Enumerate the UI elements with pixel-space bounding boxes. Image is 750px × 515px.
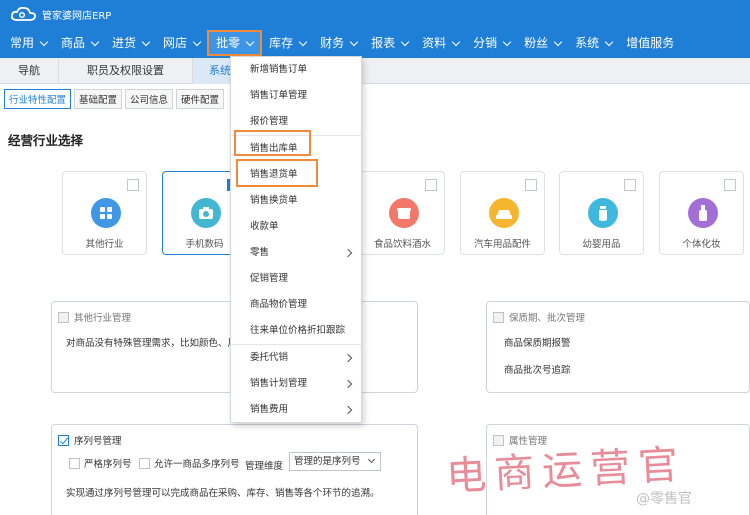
menu-item-sales-plan[interactable]: 销售计划管理: [231, 373, 361, 395]
panel-checkbox[interactable]: [58, 311, 69, 323]
menu-item-price-manage[interactable]: 商品物价管理: [231, 294, 361, 316]
dimension-select[interactable]: 管理的是序列号: [289, 452, 381, 471]
chevron-right-icon: [343, 379, 353, 389]
nav-item-purchase[interactable]: 进货: [105, 30, 156, 56]
cloud-logo-icon: [10, 6, 37, 21]
nav-item-value-added[interactable]: 增值服务: [619, 30, 681, 56]
nav-item-common[interactable]: 常用: [0, 30, 54, 56]
panel-desc: 实现通过序列号管理可以完成商品在采购、库存、销售等各个环节的追溯。: [66, 488, 380, 499]
chevron-right-icon: [343, 405, 353, 415]
subtab-hardware[interactable]: 硬件配置: [176, 89, 225, 109]
panel-title: 序列号管理: [74, 436, 122, 447]
nav-item-system[interactable]: 系统: [568, 30, 619, 56]
chevron-down-icon: [400, 37, 410, 46]
nav-item-distribution[interactable]: 分销: [466, 30, 517, 56]
chevron-down-icon: [451, 37, 461, 46]
nav-item-data[interactable]: 资料: [415, 30, 466, 56]
industry-checkbox[interactable]: [425, 179, 437, 191]
app-logo[interactable]: 管家婆网店ERP: [10, 5, 111, 23]
chevron-down-icon: [192, 37, 202, 46]
industry-checkbox[interactable]: [724, 179, 736, 191]
chevron-down-icon: [90, 37, 100, 46]
chevron-down-icon: [604, 37, 614, 46]
bottle-icon: [588, 198, 618, 228]
industry-label: 个体化妆: [682, 239, 721, 250]
industry-label: 幼婴用品: [582, 239, 621, 250]
chevron-right-icon: [343, 248, 353, 258]
chevron-down-icon: [349, 37, 359, 46]
industry-card-baby[interactable]: 幼婴用品: [559, 171, 644, 255]
food-icon: [389, 198, 419, 228]
highlight-sales-return: [236, 159, 318, 187]
industry-card-food[interactable]: 食品饮料酒水: [360, 171, 445, 255]
panel-title: 保质期、批次管理: [509, 313, 586, 324]
menu-item-new-sales-order[interactable]: 新增销售订单: [231, 59, 361, 81]
watermark-sub: @零售官: [636, 491, 692, 507]
nav-item-products[interactable]: 商品: [54, 30, 105, 56]
subtab-basic[interactable]: 基础配置: [74, 89, 123, 109]
chevron-down-icon: [367, 455, 376, 464]
batch-tracking-text: 商品批次号追踪: [504, 365, 571, 376]
nav-item-inventory[interactable]: 库存: [262, 30, 313, 56]
menu-item-promotion[interactable]: 促销管理: [231, 268, 361, 290]
tab-staff-permissions[interactable]: 职员及权限设置: [59, 58, 193, 84]
wholesale-dropdown-menu: 新增销售订单 销售订单管理 报价管理 销售出库单 销售退货单 销售换货单 收款单…: [230, 56, 362, 423]
section-title: 经营行业选择: [8, 133, 84, 148]
nav-item-wholesale-retail[interactable]: 批零: [207, 30, 263, 56]
chevron-down-icon: [298, 37, 308, 46]
top-bar: 管家婆网店ERP 常用 商品 进货 网店 批零 库存 财务 报表 资料 分销 粉…: [0, 0, 750, 58]
subtab-company[interactable]: 公司信息: [125, 89, 174, 109]
nav-item-finance[interactable]: 财务: [313, 30, 364, 56]
highlight-sales-outbound: [234, 130, 311, 156]
chevron-down-icon: [502, 37, 512, 46]
config-subtabs: 行业特性配置 基础配置 公司信息 硬件配置: [4, 89, 225, 109]
chevron-down-icon: [553, 37, 563, 46]
dimension-label: 管理维度: [245, 461, 284, 472]
menu-item-discount-tracking[interactable]: 往来单位价格折扣跟踪: [231, 320, 361, 342]
industry-label: 汽车用品配件: [473, 239, 531, 250]
menu-item-receipt[interactable]: 收款单: [231, 216, 361, 238]
menu-divider: [231, 344, 361, 345]
nav-item-reports[interactable]: 报表: [364, 30, 415, 56]
expiry-alert-text: 商品保质期报警: [504, 338, 571, 349]
cosmetics-icon: [688, 198, 718, 228]
industry-checkbox[interactable]: [127, 179, 139, 191]
tab-navigation[interactable]: 导航: [0, 58, 59, 84]
menu-item-sales-expense[interactable]: 销售费用: [231, 399, 361, 421]
camera-icon: [191, 198, 221, 228]
nav-item-store[interactable]: 网店: [156, 30, 207, 56]
panel-title: 其他行业管理: [74, 313, 132, 324]
panel-checkbox[interactable]: [493, 311, 504, 323]
nav-item-fans[interactable]: 粉丝: [517, 30, 568, 56]
industry-card-auto[interactable]: 汽车用品配件: [460, 171, 545, 255]
multi-serial-option[interactable]: 允许一商品多序列号: [139, 456, 240, 470]
panel-checkbox[interactable]: [58, 434, 69, 446]
menu-item-sales-order-manage[interactable]: 销售订单管理: [231, 85, 361, 107]
main-nav: 常用 商品 进货 网店 批零 库存 财务 报表 资料 分销 粉丝 系统 增值服务: [0, 30, 750, 56]
car-icon: [489, 198, 519, 228]
industry-card-other[interactable]: 其他行业: [62, 171, 147, 255]
menu-item-consignment[interactable]: 委托代销: [231, 347, 361, 369]
menu-item-sales-exchange[interactable]: 销售换货单: [231, 190, 361, 212]
industry-label: 食品饮料酒水: [373, 239, 431, 250]
grid-icon: [91, 198, 121, 228]
logo-text: 管家婆网店ERP: [42, 10, 112, 22]
page-tabs: 导航 职员及权限设置 系统配: [0, 58, 750, 84]
panel-desc: 对商品没有特殊管理需求，比如颜色、尺: [66, 338, 238, 349]
chevron-right-icon: [343, 353, 353, 363]
chevron-down-icon: [141, 37, 151, 46]
industry-checkbox[interactable]: [624, 179, 636, 191]
industry-card-cosmetics[interactable]: 个体化妆: [659, 171, 744, 255]
panel-expiry-batch: 保质期、批次管理 商品保质期报警 商品批次号追踪: [486, 301, 750, 393]
strict-serial-option[interactable]: 严格序列号: [69, 456, 132, 470]
industry-checkbox[interactable]: [525, 179, 537, 191]
menu-item-retail[interactable]: 零售: [231, 242, 361, 264]
chevron-down-icon: [39, 37, 49, 46]
industry-label: 其他行业: [85, 239, 124, 250]
chevron-down-icon: [245, 37, 255, 46]
subtab-industry[interactable]: 行业特性配置: [4, 89, 72, 109]
